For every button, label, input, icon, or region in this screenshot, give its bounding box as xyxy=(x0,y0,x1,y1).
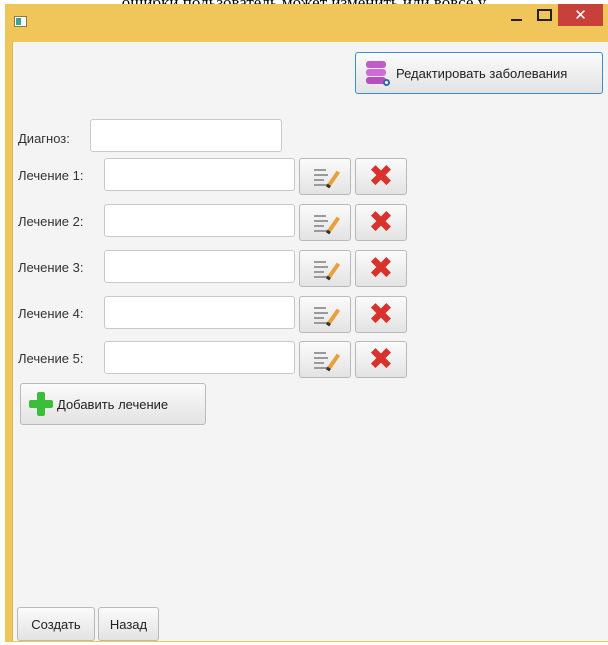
treatment-label-1: Лечение 1: xyxy=(18,168,84,183)
treatment-label-5: Лечение 5: xyxy=(18,351,84,366)
delete-treatment-button-2[interactable]: ✖ xyxy=(355,204,407,241)
green-plus-icon xyxy=(29,392,53,416)
app-window: ✕ Редактировать заболевания Диагноз: Леч… xyxy=(5,4,608,642)
treatment-label-2: Лечение 2: xyxy=(18,214,84,229)
edit-document-icon xyxy=(314,258,341,280)
treatment-input-3[interactable] xyxy=(104,250,295,283)
treatment-input-1[interactable] xyxy=(104,158,295,191)
edit-diseases-label: Редактировать заболевания xyxy=(396,65,568,81)
minimize-button[interactable] xyxy=(502,4,530,26)
red-x-icon: ✖ xyxy=(368,250,394,286)
add-treatment-button[interactable]: Добавить лечение xyxy=(20,383,206,425)
treatment-row-3: Лечение 3: ✖ xyxy=(13,248,608,288)
delete-treatment-button-5[interactable]: ✖ xyxy=(355,341,407,378)
diagnosis-label: Диагноз: xyxy=(18,131,70,146)
edit-treatment-button-2[interactable] xyxy=(299,204,351,241)
edit-treatment-button-4[interactable] xyxy=(299,296,351,333)
edit-document-icon xyxy=(314,349,341,371)
treatment-input-5[interactable] xyxy=(104,341,295,374)
minimize-icon xyxy=(510,19,522,21)
database-edit-icon xyxy=(366,60,390,86)
edit-treatment-button-3[interactable] xyxy=(299,250,351,287)
close-icon: ✕ xyxy=(574,7,587,24)
back-button[interactable]: Назад xyxy=(98,607,159,641)
delete-treatment-button-4[interactable]: ✖ xyxy=(355,296,407,333)
red-x-icon: ✖ xyxy=(368,204,394,240)
treatment-row-2: Лечение 2: ✖ xyxy=(13,202,608,242)
treatment-row-5: Лечение 5: ✖ xyxy=(13,339,608,379)
treatment-row-4: Лечение 4: ✖ xyxy=(13,294,608,334)
title-bar: ✕ xyxy=(5,4,608,42)
red-x-icon: ✖ xyxy=(368,341,394,377)
edit-document-icon xyxy=(314,212,341,234)
treatment-input-2[interactable] xyxy=(104,204,295,237)
client-area: Редактировать заболевания Диагноз: Лечен… xyxy=(12,42,608,641)
delete-treatment-button-3[interactable]: ✖ xyxy=(355,250,407,287)
edit-diseases-button[interactable]: Редактировать заболевания xyxy=(355,52,603,94)
edit-treatment-button-5[interactable] xyxy=(299,341,351,378)
red-x-icon: ✖ xyxy=(368,296,394,332)
red-x-icon: ✖ xyxy=(368,158,394,194)
edit-document-icon xyxy=(314,166,341,188)
maximize-icon xyxy=(536,9,552,21)
maximize-button[interactable] xyxy=(530,4,558,26)
add-treatment-label: Добавить лечение xyxy=(57,396,169,412)
treatment-input-4[interactable] xyxy=(104,296,295,329)
diagnosis-input[interactable] xyxy=(90,119,282,152)
delete-treatment-button-1[interactable]: ✖ xyxy=(355,158,407,195)
treatment-row-1: Лечение 1: ✖ xyxy=(13,156,608,196)
edit-document-icon xyxy=(314,304,341,326)
close-button[interactable]: ✕ xyxy=(558,4,603,26)
create-button[interactable]: Создать xyxy=(17,607,95,641)
treatment-label-4: Лечение 4: xyxy=(18,306,84,321)
treatment-label-3: Лечение 3: xyxy=(18,260,84,275)
app-icon xyxy=(14,16,27,27)
edit-treatment-button-1[interactable] xyxy=(299,158,351,195)
